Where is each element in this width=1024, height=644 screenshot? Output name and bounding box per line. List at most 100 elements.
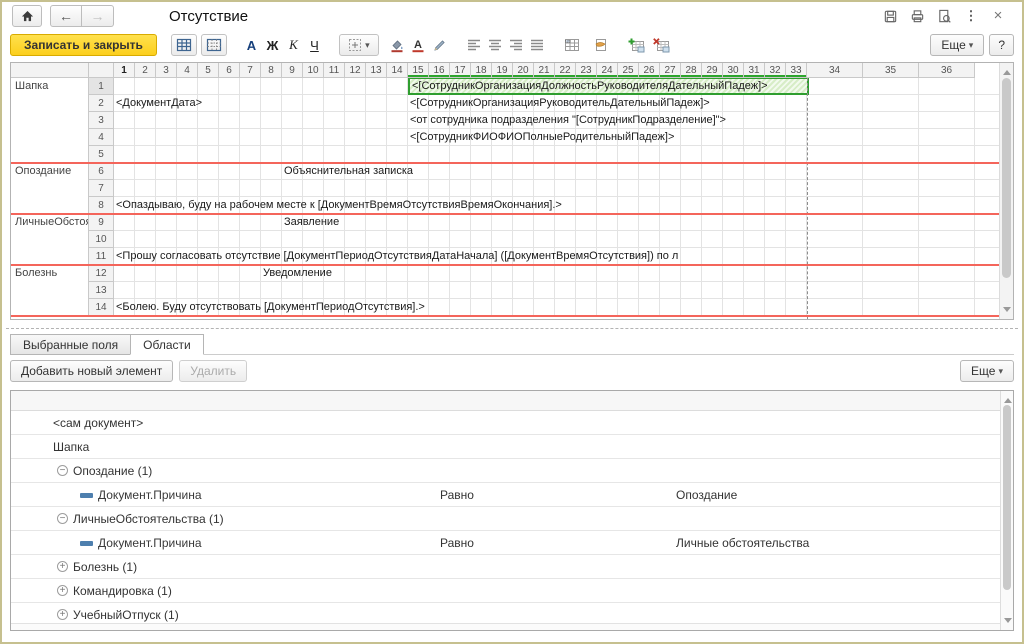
column-header-17[interactable]: 17 — [450, 63, 471, 78]
row-header-9[interactable]: 9 — [89, 214, 114, 231]
column-header-19[interactable]: 19 — [492, 63, 513, 78]
tab-selected-fields[interactable]: Выбранные поля — [10, 334, 131, 355]
column-header-6[interactable]: 6 — [219, 63, 240, 78]
column-header-4[interactable]: 4 — [177, 63, 198, 78]
tree-condition[interactable]: Документ.ПричинаРавноЛичные обстоятельст… — [11, 531, 1000, 555]
print-preview-icon[interactable] — [936, 8, 952, 24]
section-label[interactable]: Опоздание — [11, 163, 89, 214]
scroll-down-arrow[interactable] — [1004, 618, 1012, 626]
column-header-7[interactable]: 7 — [240, 63, 261, 78]
scroll-thumb[interactable] — [1003, 405, 1011, 590]
row-header-6[interactable]: 6 — [89, 163, 114, 180]
column-header-9[interactable]: 9 — [282, 63, 303, 78]
column-header-26[interactable]: 26 — [639, 63, 660, 78]
tree-group[interactable]: −ЛичныеОбстоятельства (1) — [11, 507, 1000, 531]
column-header-28[interactable]: 28 — [681, 63, 702, 78]
column-header-24[interactable]: 24 — [597, 63, 618, 78]
column-header-29[interactable]: 29 — [702, 63, 723, 78]
scroll-thumb[interactable] — [1002, 78, 1011, 278]
help-button[interactable]: ? — [989, 34, 1014, 56]
sheet-row-5[interactable] — [114, 146, 999, 163]
column-header-18[interactable]: 18 — [471, 63, 492, 78]
delete-button[interactable]: Удалить — [179, 360, 247, 382]
forward-button[interactable]: → — [82, 5, 114, 27]
sheet-vertical-scrollbar[interactable] — [999, 63, 1013, 319]
column-header-35[interactable]: 35 — [863, 63, 919, 78]
column-header-34[interactable]: 34 — [807, 63, 863, 78]
tab-areas[interactable]: Области — [130, 334, 204, 355]
column-header-13[interactable]: 13 — [366, 63, 387, 78]
expand-icon[interactable]: + — [57, 561, 68, 572]
column-header-15[interactable]: 15 — [408, 63, 429, 78]
fill-color-button[interactable] — [387, 34, 408, 56]
tree-group[interactable]: −Опоздание (1) — [11, 459, 1000, 483]
save-icon[interactable] — [882, 8, 898, 24]
sheet-row-9[interactable] — [114, 214, 999, 231]
sheet-row-12[interactable] — [114, 265, 999, 282]
row-header-3[interactable]: 3 — [89, 112, 114, 129]
scroll-up-arrow[interactable] — [1004, 395, 1012, 403]
scroll-up-arrow[interactable] — [1003, 67, 1011, 75]
column-header-14[interactable]: 14 — [387, 63, 408, 78]
italic-button[interactable]: К — [283, 34, 304, 56]
column-header-36[interactable]: 36 — [919, 63, 975, 78]
column-header-30[interactable]: 30 — [723, 63, 744, 78]
edit-cell-button[interactable] — [429, 34, 450, 56]
delete-cells-button[interactable] — [651, 34, 672, 56]
row-header-13[interactable]: 13 — [89, 282, 114, 299]
align-left-button[interactable] — [464, 34, 485, 56]
selected-cell[interactable]: <[СотрудникОрганизацияДолжностьРуководит… — [408, 78, 809, 95]
home-button[interactable] — [12, 5, 42, 27]
column-header-22[interactable]: 22 — [555, 63, 576, 78]
list-vertical-scrollbar[interactable] — [1000, 391, 1013, 630]
sheet-row-7[interactable] — [114, 180, 999, 197]
row-header-12[interactable]: 12 — [89, 265, 114, 282]
tree-item[interactable]: <сам документ> — [11, 411, 1000, 435]
panel-more-button[interactable]: Еще ▾ — [960, 360, 1014, 382]
column-header-11[interactable]: 11 — [324, 63, 345, 78]
align-right-button[interactable] — [506, 34, 527, 56]
save-and-close-button[interactable]: Записать и закрыть — [10, 34, 157, 56]
column-header-1[interactable]: 1 — [114, 63, 135, 78]
bold-button[interactable]: Ж — [262, 34, 283, 56]
tree-condition[interactable]: Документ.ПричинаРавноОпоздание — [11, 483, 1000, 507]
collapse-icon[interactable]: − — [57, 465, 68, 476]
cell-note-button[interactable] — [591, 34, 612, 56]
align-center-button[interactable] — [485, 34, 506, 56]
cell-borders-dropdown[interactable]: ▾ — [339, 34, 379, 56]
sheet-row-10[interactable] — [114, 231, 999, 248]
section-label[interactable]: Болезнь — [11, 265, 89, 316]
sheet-row-6[interactable] — [114, 163, 999, 180]
align-justify-button[interactable] — [527, 34, 548, 56]
column-header-21[interactable]: 21 — [534, 63, 555, 78]
column-header-5[interactable]: 5 — [198, 63, 219, 78]
column-header-33[interactable]: 33 — [786, 63, 807, 78]
column-header-32[interactable]: 32 — [765, 63, 786, 78]
column-header-3[interactable]: 3 — [156, 63, 177, 78]
tree-group[interactable]: +УчебныйОтпуск (1) — [11, 603, 1000, 623]
column-header-25[interactable]: 25 — [618, 63, 639, 78]
column-header-10[interactable]: 10 — [303, 63, 324, 78]
toolbar-more-button[interactable]: Еще ▾ — [930, 34, 984, 56]
show-grid-button[interactable] — [201, 34, 227, 56]
column-header-27[interactable]: 27 — [660, 63, 681, 78]
insert-cells-button[interactable] — [626, 34, 647, 56]
tree-group[interactable]: +Болезнь (1) — [11, 555, 1000, 579]
column-header-23[interactable]: 23 — [576, 63, 597, 78]
table-borders-button[interactable] — [171, 34, 197, 56]
collapse-icon[interactable]: − — [57, 513, 68, 524]
row-header-5[interactable]: 5 — [89, 146, 114, 163]
number-format-button[interactable]: 123 — [562, 34, 583, 56]
row-header-14[interactable]: 14 — [89, 299, 114, 316]
row-header-7[interactable]: 7 — [89, 180, 114, 197]
panel-splitter[interactable] — [6, 328, 1018, 329]
list-horizontal-scrollbar[interactable] — [11, 623, 1000, 630]
add-element-button[interactable]: Добавить новый элемент — [10, 360, 173, 382]
sheet-row-13[interactable] — [114, 282, 999, 299]
scroll-down-arrow[interactable] — [1003, 307, 1011, 315]
column-header-2[interactable]: 2 — [135, 63, 156, 78]
back-button[interactable]: ← — [50, 5, 82, 27]
expand-icon[interactable]: + — [57, 585, 68, 596]
row-header-4[interactable]: 4 — [89, 129, 114, 146]
row-header-1[interactable]: 1 — [89, 78, 114, 95]
